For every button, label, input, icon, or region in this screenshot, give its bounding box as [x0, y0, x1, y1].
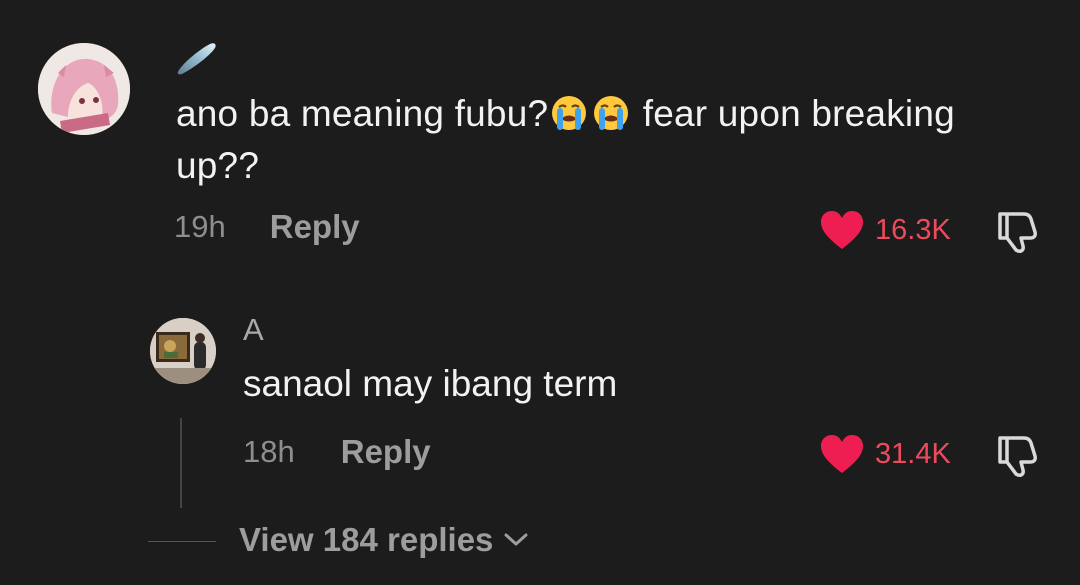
like-count: 31.4K [875, 437, 951, 470]
crying-face-emoji [594, 96, 629, 130]
like-button[interactable]: 31.4K [819, 433, 951, 475]
like-button[interactable]: 16.3K [819, 209, 951, 251]
reply-button[interactable]: Reply [270, 208, 360, 246]
reply-button[interactable]: Reply [341, 433, 431, 471]
avatar[interactable] [38, 43, 130, 135]
divider [148, 541, 216, 542]
username[interactable]: A [243, 312, 264, 348]
comet-username-icon[interactable] [176, 40, 218, 76]
comment-meta: 18h Reply [243, 433, 431, 471]
comment-text-part: ano ba meaning fubu? [176, 93, 549, 134]
chevron-down-icon [504, 533, 528, 546]
comment-meta: 19h Reply [174, 208, 360, 246]
view-replies-label: View 184 replies [239, 521, 494, 558]
view-replies-button[interactable]: View 184 replies [239, 521, 529, 559]
dislike-icon[interactable] [994, 208, 1042, 254]
comment-text: sanaol may ibang term [243, 363, 618, 404]
heart-icon [821, 435, 863, 473]
comment-text: ano ba meaning fubu? fear upon breaking … [176, 88, 976, 192]
photo-avatar-icon [150, 318, 216, 384]
avatar[interactable] [150, 318, 216, 384]
dislike-icon[interactable] [994, 432, 1042, 478]
heart-icon [821, 211, 863, 249]
timestamp: 19h [174, 209, 226, 244]
timestamp: 18h [243, 434, 295, 469]
like-count: 16.3K [875, 213, 951, 246]
crying-face-emoji [552, 96, 587, 130]
anime-avatar-icon [38, 43, 130, 135]
thread-line [180, 418, 182, 508]
